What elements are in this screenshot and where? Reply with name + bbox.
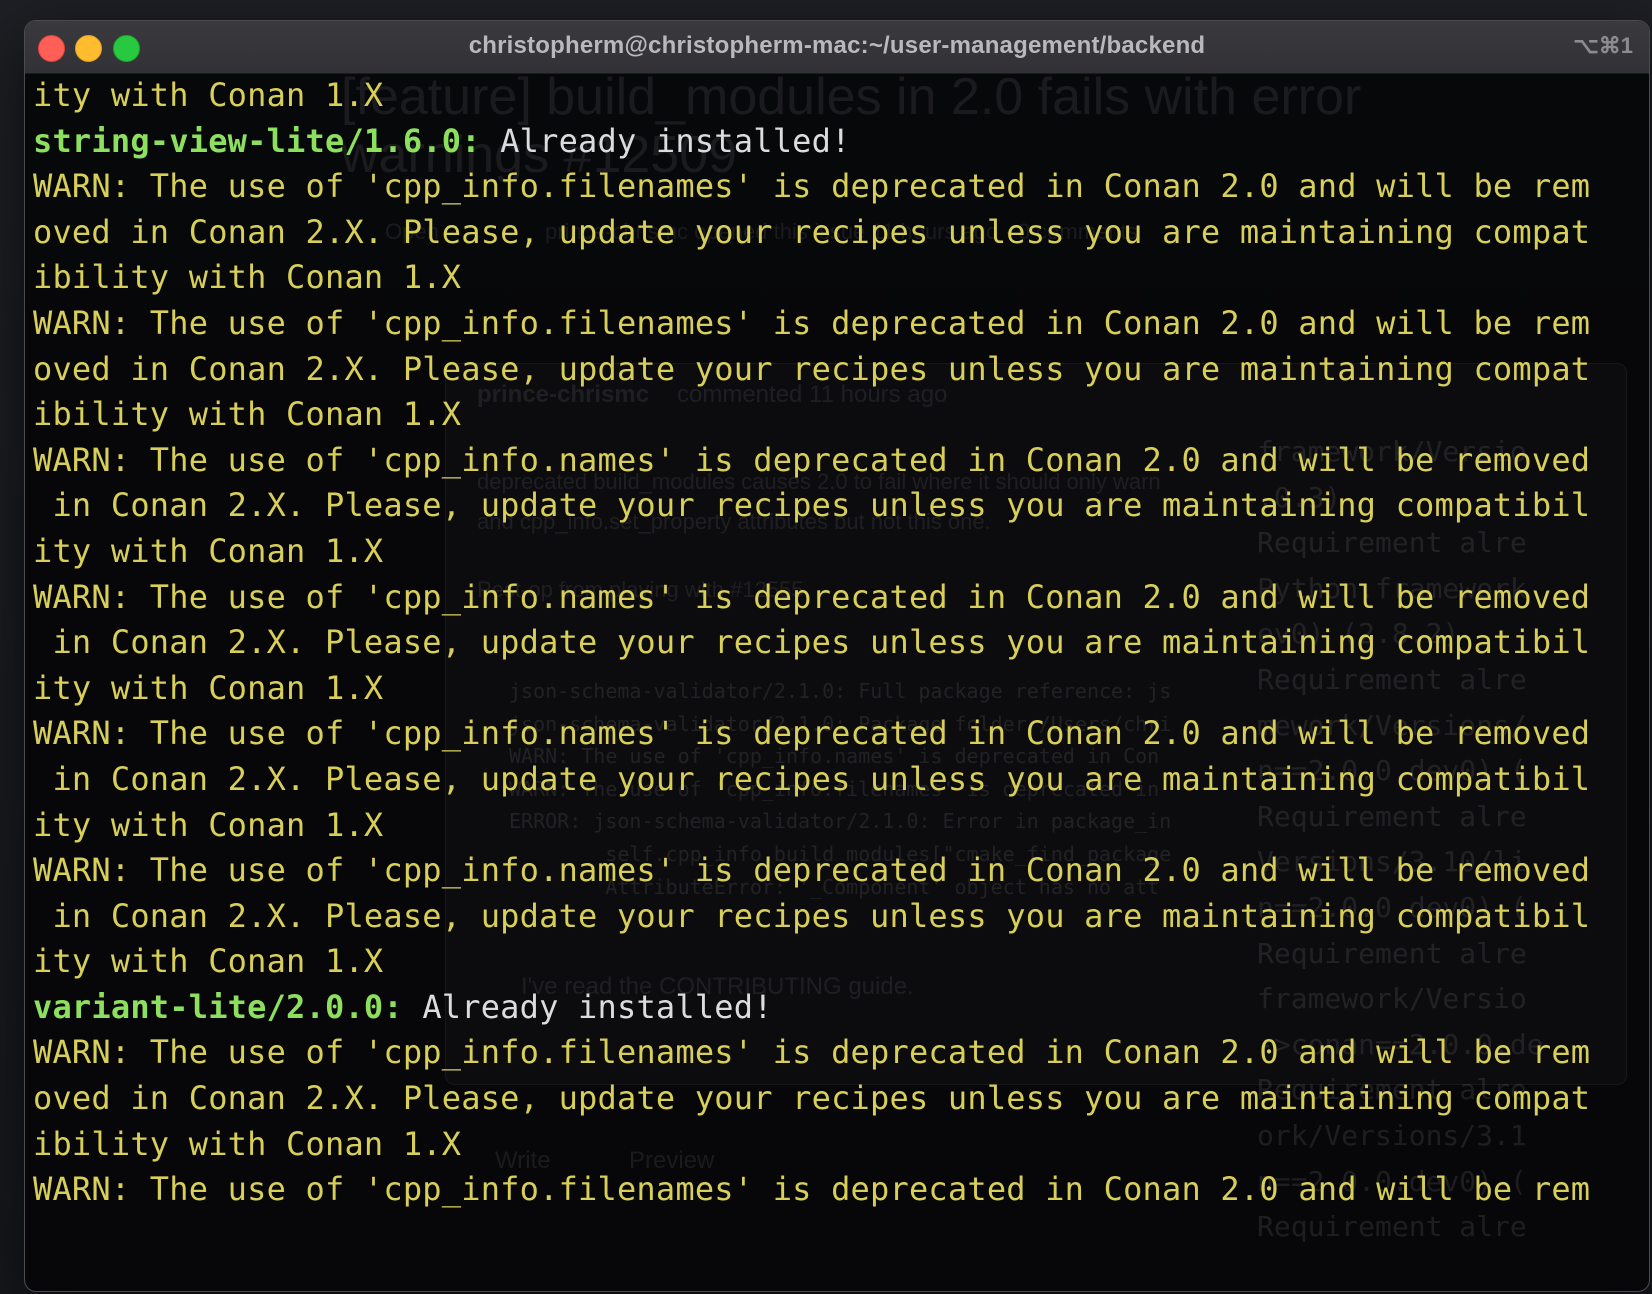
terminal-line: WARN: The use of 'cpp_info.names' is dep… — [33, 851, 1591, 890]
terminal-line: ity with Conan 1.X — [33, 805, 384, 844]
package-name: string-view-lite/1.6.0: — [33, 121, 481, 160]
terminal-line: string-view-lite/1.6.0: Already installe… — [33, 119, 1633, 165]
terminal-line: WARN: The use of 'cpp_info.filenames' is… — [33, 1170, 1591, 1209]
terminal-line: in Conan 2.X. Please, update your recipe… — [33, 623, 1591, 662]
package-name: variant-lite/2.0.0: — [33, 987, 403, 1026]
terminal-line: oved in Conan 2.X. Please, update your r… — [33, 1079, 1591, 1118]
terminal-line: WARN: The use of 'cpp_info.names' is dep… — [33, 440, 1591, 479]
terminal-line: in Conan 2.X. Please, update your recipe… — [33, 896, 1591, 935]
terminal-line: ibility with Conan 1.X — [33, 395, 462, 434]
terminal-line: ibility with Conan 1.X — [33, 258, 462, 297]
install-status: Already installed! — [480, 121, 851, 160]
terminal-line: ity with Conan 1.X — [33, 942, 384, 981]
title-bar[interactable]: christopherm@christopherm-mac:~/user-man… — [25, 21, 1649, 74]
install-status: Already installed! — [402, 987, 773, 1026]
terminal-line: ity with Conan 1.X — [33, 668, 384, 707]
terminal-line: WARN: The use of 'cpp_info.filenames' is… — [33, 167, 1591, 206]
terminal-line: oved in Conan 2.X. Please, update your r… — [33, 212, 1591, 251]
terminal-line: in Conan 2.X. Please, update your recipe… — [33, 486, 1591, 525]
terminal-line: oved in Conan 2.X. Please, update your r… — [33, 349, 1591, 388]
terminal-line: in Conan 2.X. Please, update your recipe… — [33, 759, 1591, 798]
terminal-output[interactable]: ity with Conan 1.X string-view-lite/1.6.0… — [33, 73, 1633, 1291]
terminal-line: ity with Conan 1.X — [33, 531, 384, 570]
terminal-line: WARN: The use of 'cpp_info.names' is dep… — [33, 577, 1591, 616]
terminal-line: ity with Conan 1.X — [33, 76, 384, 114]
terminal-window[interactable]: [feature] build_modules in 2.0 fails wit… — [24, 20, 1650, 1292]
terminal-line: variant-lite/2.0.0: Already installed! — [33, 985, 1633, 1031]
window-title: christopherm@christopherm-mac:~/user-man… — [468, 32, 1206, 59]
terminal-line: ibility with Conan 1.X — [33, 1124, 462, 1163]
window-shortcut-label: ⌥⌘1 — [1573, 33, 1633, 58]
terminal-line: WARN: The use of 'cpp_info.filenames' is… — [33, 1033, 1591, 1072]
terminal-line: WARN: The use of 'cpp_info.filenames' is… — [33, 303, 1591, 342]
terminal-line: WARN: The use of 'cpp_info.names' is dep… — [33, 714, 1591, 753]
